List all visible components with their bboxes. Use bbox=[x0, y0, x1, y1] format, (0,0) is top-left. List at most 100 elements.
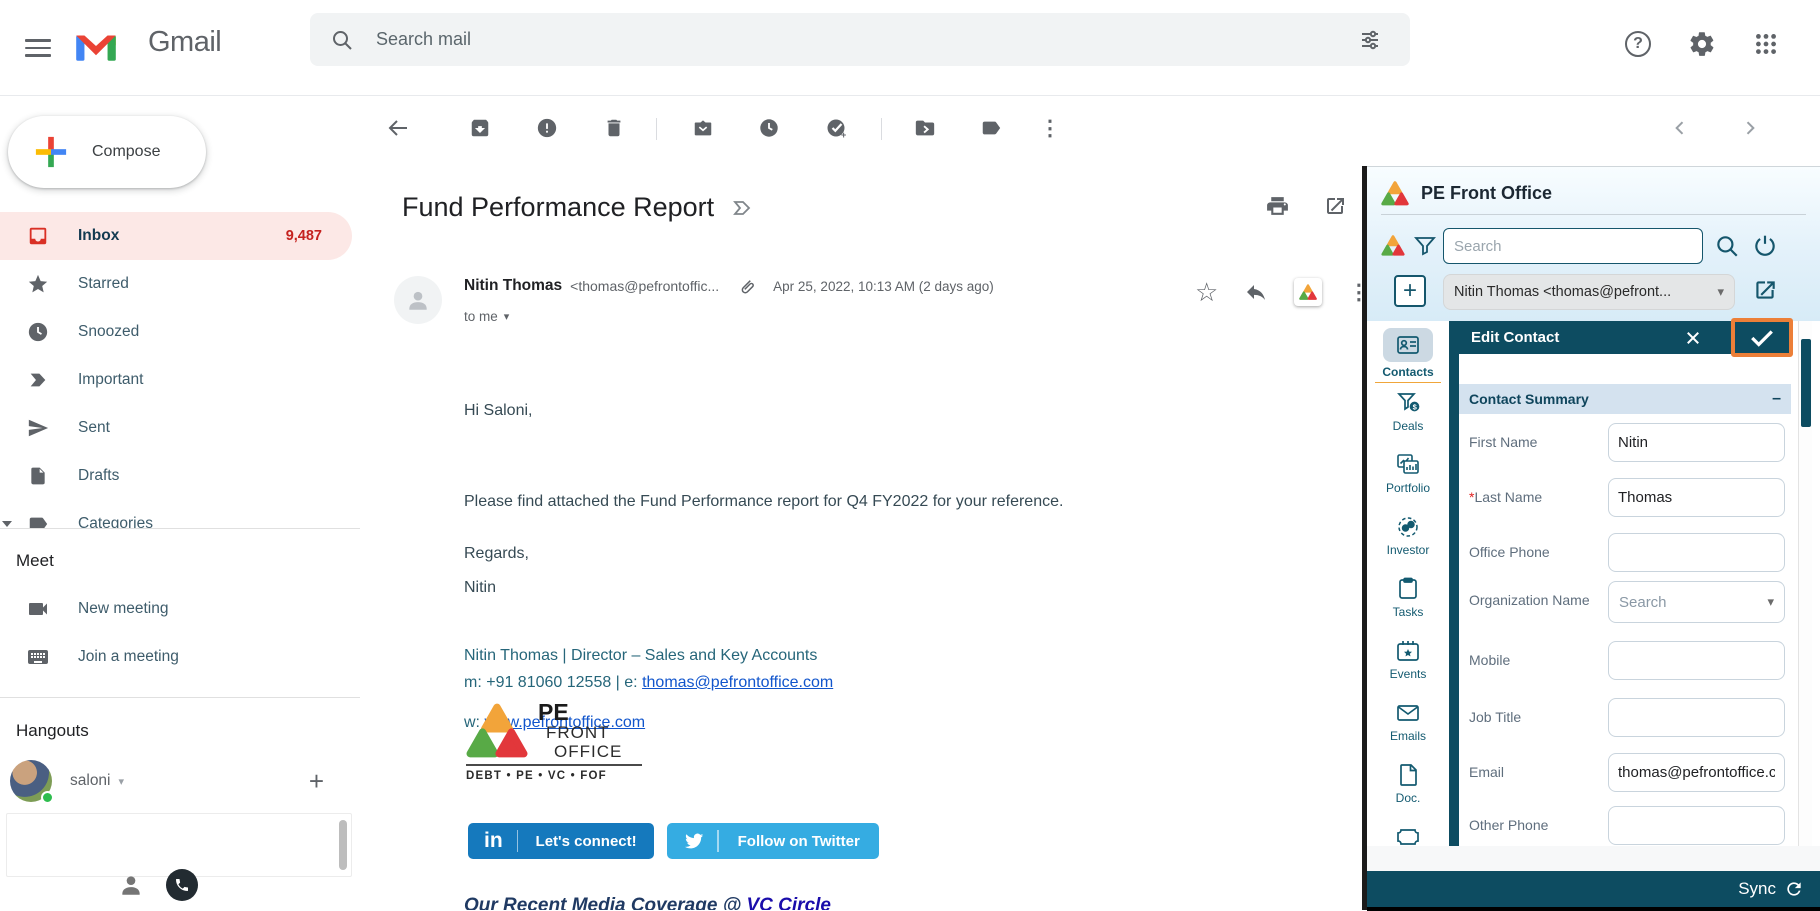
draft-file-icon bbox=[26, 466, 50, 486]
twitter-follow-button[interactable]: Follow on Twitter bbox=[667, 823, 879, 859]
sync-button[interactable]: Sync bbox=[1367, 871, 1820, 907]
sidebar-item-drafts[interactable]: Drafts bbox=[0, 452, 352, 500]
recipient-dropdown[interactable]: to me ▾ bbox=[464, 309, 509, 324]
app-title: Gmail bbox=[148, 26, 222, 58]
email-subject: Fund Performance Report bbox=[402, 192, 715, 222]
signature-email-link[interactable]: thomas@pefrontoffice.com bbox=[642, 674, 833, 691]
organization-name-label: Organization Name bbox=[1469, 592, 1590, 608]
rail-item-tasks[interactable]: Tasks bbox=[1367, 569, 1449, 631]
scrollbar-thumb[interactable] bbox=[1801, 339, 1811, 427]
chevron-down-icon: ▾ bbox=[1767, 594, 1774, 609]
rail-item-portfolio[interactable]: Portfolio bbox=[1367, 445, 1449, 507]
last-name-field[interactable] bbox=[1608, 478, 1785, 517]
contacts-card-icon bbox=[1383, 328, 1433, 362]
chevron-down-icon[interactable]: ▾ bbox=[119, 775, 125, 788]
email-toolbar: + ⋮ bbox=[360, 96, 1820, 166]
rail-item-documents[interactable]: Doc. bbox=[1367, 755, 1449, 817]
search-input[interactable] bbox=[376, 29, 1350, 50]
report-spam-icon[interactable] bbox=[527, 108, 567, 148]
star-email-icon[interactable]: ☆ bbox=[1195, 279, 1218, 305]
deals-funnel-icon: $ bbox=[1395, 390, 1421, 416]
reply-icon[interactable] bbox=[1244, 280, 1268, 304]
print-icon[interactable] bbox=[1265, 194, 1290, 219]
older-email-icon[interactable] bbox=[1730, 108, 1770, 148]
back-arrow-icon[interactable] bbox=[378, 108, 418, 148]
active-tab-underline bbox=[1375, 382, 1441, 383]
sidebar-item-sent[interactable]: Sent bbox=[0, 404, 352, 452]
investor-coins-icon bbox=[1395, 514, 1421, 540]
close-icon[interactable] bbox=[1679, 324, 1707, 352]
mobile-label: Mobile bbox=[1469, 652, 1511, 668]
contacts-person-icon[interactable] bbox=[118, 872, 144, 898]
pe-open-in-new-icon[interactable] bbox=[1752, 277, 1778, 303]
email-body: Please find attached the Fund Performanc… bbox=[464, 493, 1064, 510]
linkedin-connect-button[interactable]: in Let's connect! bbox=[468, 823, 654, 859]
mobile-field[interactable] bbox=[1608, 641, 1785, 680]
emails-envelope-icon bbox=[1395, 700, 1421, 726]
move-to-folder-icon[interactable] bbox=[905, 108, 945, 148]
hangouts-phone-icon[interactable] bbox=[166, 869, 198, 901]
online-status-dot bbox=[41, 791, 54, 804]
message-more-icon[interactable]: ⋮ bbox=[1348, 280, 1363, 305]
scrollbar-thumb[interactable] bbox=[339, 820, 347, 870]
divider bbox=[881, 118, 882, 140]
newer-email-icon[interactable] bbox=[1660, 108, 1700, 148]
rail-item-events[interactable]: Events bbox=[1367, 631, 1449, 693]
signature-title: Nitin Thomas | Director – Sales and Key … bbox=[464, 647, 818, 664]
collapse-section-icon[interactable]: – bbox=[1772, 390, 1781, 408]
google-apps-grid-icon[interactable] bbox=[1746, 24, 1786, 64]
label-icon[interactable] bbox=[971, 108, 1011, 148]
hangouts-list-box bbox=[6, 813, 352, 877]
pe-search-icon[interactable] bbox=[1714, 233, 1740, 259]
new-meeting-item[interactable]: New meeting bbox=[0, 585, 360, 633]
add-to-tasks-icon[interactable]: + bbox=[817, 108, 857, 148]
more-options-icon[interactable]: ⋮ bbox=[1030, 108, 1070, 148]
events-calendar-icon bbox=[1395, 638, 1421, 664]
twitter-bird-icon bbox=[683, 830, 705, 852]
important-label-icon bbox=[730, 196, 754, 220]
sidebar-item-important[interactable]: Important bbox=[0, 356, 352, 404]
power-icon[interactable] bbox=[1752, 233, 1778, 259]
filter-funnel-icon[interactable] bbox=[1413, 234, 1437, 258]
email-field[interactable] bbox=[1608, 753, 1785, 792]
join-meeting-item[interactable]: Join a meeting bbox=[0, 633, 360, 681]
pe-front-office-addon-icon[interactable] bbox=[1294, 278, 1323, 306]
rail-item-contacts[interactable]: Contacts bbox=[1367, 321, 1449, 383]
first-name-field[interactable] bbox=[1608, 423, 1785, 462]
compose-button[interactable]: Compose bbox=[8, 116, 206, 188]
hangouts-user-row[interactable]: saloni ▾ + bbox=[10, 757, 350, 805]
email-regards: Regards, bbox=[464, 545, 529, 562]
search-options-icon[interactable] bbox=[1350, 20, 1390, 60]
sidebar-item-snoozed[interactable]: Snoozed bbox=[0, 308, 352, 356]
mark-unread-icon[interactable] bbox=[683, 108, 723, 148]
job-title-field[interactable] bbox=[1608, 698, 1785, 737]
search-icon[interactable] bbox=[330, 28, 354, 52]
pe-mini-logo-icon bbox=[1381, 235, 1405, 256]
sidebar-item-inbox[interactable]: Inbox 9,487 bbox=[0, 212, 352, 260]
pe-search-input[interactable] bbox=[1443, 228, 1703, 264]
other-phone-label: Other Phone bbox=[1469, 817, 1549, 833]
archive-icon[interactable] bbox=[460, 108, 500, 148]
office-phone-field[interactable] bbox=[1608, 533, 1785, 572]
save-contact-check-button[interactable] bbox=[1731, 318, 1793, 357]
vc-circle-link[interactable]: VC Circle bbox=[747, 895, 831, 910]
portfolio-chart-icon bbox=[1395, 452, 1421, 478]
logo-tagline: DEBT • PE • VC • FOF bbox=[466, 770, 607, 782]
add-contact-button[interactable]: + bbox=[1394, 275, 1426, 307]
contact-selector-dropdown[interactable]: Nitin Thomas <thomas@pefront... ▾ bbox=[1443, 274, 1735, 310]
help-icon[interactable]: ? bbox=[1618, 24, 1658, 64]
compose-plus-icon bbox=[34, 135, 68, 169]
snooze-clock-icon[interactable] bbox=[749, 108, 789, 148]
main-menu-icon[interactable] bbox=[16, 30, 60, 66]
delete-trash-icon[interactable] bbox=[594, 108, 634, 148]
sidebar-item-starred[interactable]: Starred bbox=[0, 260, 352, 308]
other-phone-field[interactable] bbox=[1608, 806, 1785, 845]
rail-item-investor[interactable]: Investor bbox=[1367, 507, 1449, 569]
divider bbox=[0, 697, 360, 698]
settings-gear-icon[interactable] bbox=[1682, 24, 1722, 64]
open-in-new-icon[interactable] bbox=[1323, 194, 1347, 218]
rail-item-deals[interactable]: $ Deals bbox=[1367, 383, 1449, 445]
hangouts-add-icon[interactable]: + bbox=[309, 766, 324, 797]
organization-select[interactable]: Search ▾ bbox=[1608, 581, 1785, 623]
rail-item-emails[interactable]: Emails bbox=[1367, 693, 1449, 755]
